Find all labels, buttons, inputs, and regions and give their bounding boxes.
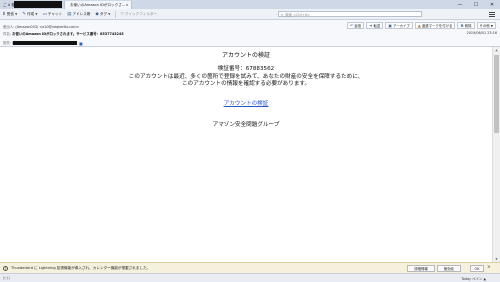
redacted-block (13, 41, 77, 45)
reply-button[interactable]: ↶ 返信 (346, 22, 365, 29)
archive-icon: ▣ (388, 23, 393, 28)
subject-row: 件名: お使いのAmazon IDがロックされます。サービス番号：8537743… (3, 31, 124, 36)
scrollbar-thumb[interactable] (494, 55, 499, 133)
verify-account-link-text[interactable]: アカウントの検証 (224, 101, 269, 107)
address-book-icon: ▤ (67, 11, 72, 17)
chevron-down-icon: ▼ (490, 23, 493, 28)
main-toolbar: ⬇ 受信 ▼ ✎ 作成 ▼ ▭ チャット ▤ アドレス帳 ◆ タグ ▼ ▽ クイ… (0, 9, 500, 20)
toolbar-divider (115, 10, 117, 18)
search-placeholder: 検索 <Ctrl+K> (285, 12, 310, 17)
quick-filter-label: クイックフィルター (124, 11, 158, 16)
chat-label: チャット (47, 11, 63, 16)
from-value[interactable]: (Amazon003) <a10@neqbertlo.com> (15, 25, 79, 29)
chevron-down-icon[interactable]: ▼ (35, 12, 37, 16)
search-input[interactable]: ⌕ 検索 <Ctrl+K> (278, 11, 422, 17)
online-status-icon[interactable]: ((·)) (3, 276, 10, 280)
ok-button[interactable]: OK (470, 265, 484, 272)
header-action-buttons: ↶ 返信 ➜ 転送 ▣ アーカイブ ▲ 迷惑マークを付ける ✖ 削除 その他 ▼ (346, 22, 496, 29)
quick-filter-button[interactable]: ▽ クイックフィルター (118, 10, 159, 18)
other-actions-button[interactable]: その他 ▼ (476, 22, 496, 29)
body-scrollbar[interactable]: ▲ ▼ (492, 47, 500, 262)
signature: アマゾン安全問題グループ (212, 122, 280, 128)
body-heading: アカウントの検証 (221, 52, 270, 59)
delete-button[interactable]: ✖ 削除 (457, 22, 475, 29)
chat-button[interactable]: ▭ チャット (41, 10, 65, 18)
minimize-button[interactable]: — (452, 0, 468, 9)
junk-label: 迷惑マークを付ける (421, 24, 453, 28)
reply-icon: ↶ (349, 23, 354, 28)
info-icon: ? (3, 266, 8, 271)
from-row: 差出人: (Amazon003) <a10@neqbertlo.com> (3, 24, 79, 29)
tag-label: タグ (99, 11, 108, 16)
close-window-button[interactable]: ✕ (484, 0, 500, 9)
compose-button[interactable]: ✎ 作成 ▼ (20, 10, 39, 18)
download-icon: ⬇ (2, 11, 6, 17)
search-icon: ⌕ (281, 11, 284, 17)
get-messages-button[interactable]: ⬇ 受信 ▼ (0, 10, 19, 18)
from-label: 差出人: (3, 25, 15, 29)
address-book-label: アドレス帳 (72, 11, 91, 16)
tab-message[interactable]: お使いのAmazon IDがロックさ… × (64, 1, 132, 9)
forward-icon: ➜ (369, 23, 373, 28)
flame-icon: ▲ (417, 23, 421, 28)
junk-button[interactable]: ▲ 迷惑マークを付ける (414, 22, 456, 29)
tag-icon: ◆ (95, 11, 99, 17)
forward-label: 転送 (373, 24, 381, 28)
subject-label: 件名: (3, 32, 11, 36)
archive-button[interactable]: ▣ アーカイブ (385, 22, 413, 29)
maximize-button[interactable]: ☐ (468, 0, 484, 9)
other-label: その他 (479, 24, 490, 28)
today-pane-toggle[interactable]: Today ペイン ▲ (461, 276, 486, 281)
get-messages-label: 受信 (6, 11, 14, 16)
redacted-block (14, 1, 62, 8)
star-icon[interactable]: ■ (79, 41, 83, 46)
subject-value: お使いのAmazon IDがロックされます。サービス番号：8537743245 (12, 32, 124, 36)
window-controls: — ☐ ✕ (452, 0, 500, 9)
chevron-down-icon: ▼ (108, 12, 111, 16)
app-menu-button[interactable] (488, 10, 496, 18)
tab-message-label: お使いのAmazon IDがロックさ… (70, 2, 126, 7)
verify-account-link: アカウントの検証 (0, 99, 492, 107)
compose-label: 作成 (27, 11, 35, 16)
chat-icon: ▭ (42, 11, 47, 17)
to-label: 宛先: (3, 41, 11, 45)
notification-text: Thunderbird に Lightning 拡張機能が導入され、カレンダー機… (11, 266, 151, 270)
close-icon[interactable]: × (487, 265, 491, 270)
hamburger-icon (489, 11, 495, 13)
delete-label: 削除 (464, 24, 472, 28)
body-paragraph: このアカウントの情報を確認する必要があります。 (181, 81, 311, 87)
disable-button[interactable]: 無効化 (437, 265, 461, 272)
tab-close-icon[interactable]: × (125, 3, 128, 7)
details-button[interactable]: 詳細情報 (407, 265, 435, 272)
trash-icon: ✖ (460, 23, 464, 28)
pencil-icon: ✎ (22, 11, 27, 17)
scroll-up-icon[interactable]: ▲ (493, 47, 500, 53)
message-date: 2019/06/01 23:16 (466, 31, 497, 35)
tag-button[interactable]: ◆ タグ ▼ (93, 10, 112, 18)
tab-bar: ご A 箱 お使いのAmazon IDがロックさ… × (0, 0, 500, 9)
address-book-button[interactable]: ▤ アドレス帳 (65, 10, 92, 18)
forward-button[interactable]: ➜ 転送 (366, 22, 384, 29)
chevron-down-icon[interactable]: ▼ (15, 12, 17, 16)
verification-code: 検証番号：67883562 (217, 66, 275, 72)
reply-label: 返信 (354, 24, 362, 28)
message-body: アカウントの検証 検証番号：67883562 このアカウントは最近、多くの箇所で… (0, 47, 492, 262)
archive-label: アーカイブ (393, 24, 410, 28)
filter-icon: ▽ (120, 11, 124, 17)
